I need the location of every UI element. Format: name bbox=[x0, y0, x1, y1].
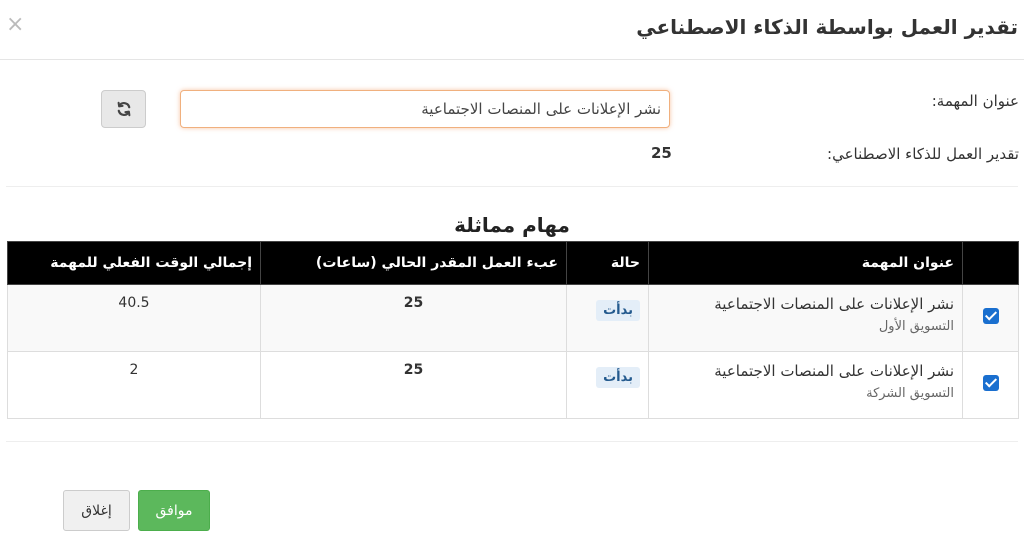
table-row: نشر الإعلانات على المنصات الاجتماعية الت… bbox=[7, 284, 1019, 352]
status-badge: بدأت bbox=[596, 367, 640, 388]
refresh-icon bbox=[117, 101, 130, 117]
ai-estimate-value: 25 bbox=[651, 144, 672, 162]
header-task-title: عنوان المهمة bbox=[648, 241, 963, 285]
header-status: حالة bbox=[566, 241, 649, 285]
task-title-label: عنوان المهمة: bbox=[931, 92, 1019, 110]
task-project: التسويق الشركة bbox=[866, 386, 954, 401]
select-cell bbox=[962, 351, 1019, 419]
row-checkbox[interactable] bbox=[982, 375, 999, 391]
actual-total-cell: 2 bbox=[7, 351, 261, 419]
modal-header: تقدير العمل بواسطة الذكاء الاصطناعي × bbox=[0, 0, 1024, 60]
task-name: نشر الإعلانات على المنصات الاجتماعية bbox=[714, 295, 954, 313]
task-name: نشر الإعلانات على المنصات الاجتماعية bbox=[714, 362, 954, 380]
row-checkbox[interactable] bbox=[982, 308, 999, 324]
status-badge: بدأت bbox=[596, 300, 640, 321]
header-estimate: عبء العمل المقدر الحالي (ساعات) bbox=[260, 241, 567, 285]
task-title-input[interactable] bbox=[180, 90, 670, 128]
close-button[interactable]: إغلاق bbox=[63, 490, 130, 531]
task-project: التسويق الأول bbox=[878, 319, 954, 334]
similar-tasks-table: عنوان المهمة حالة عبء العمل المقدر الحال… bbox=[7, 241, 1019, 419]
actual-total-cell: 40.5 bbox=[7, 284, 261, 352]
table-header-row: عنوان المهمة حالة عبء العمل المقدر الحال… bbox=[7, 241, 1019, 285]
modal-title: تقدير العمل بواسطة الذكاء الاصطناعي bbox=[636, 15, 1018, 39]
header-select bbox=[962, 241, 1019, 285]
similar-tasks-title: مهام مماثلة bbox=[454, 213, 570, 237]
select-cell bbox=[962, 284, 1019, 352]
divider bbox=[6, 441, 1018, 442]
estimate-cell: 25 bbox=[260, 284, 567, 352]
status-cell: بدأت bbox=[566, 284, 649, 352]
header-actual-total: إجمالي الوقت الفعلي للمهمة bbox=[7, 241, 261, 285]
estimate-cell: 25 bbox=[260, 351, 567, 419]
ai-estimate-modal: تقدير العمل بواسطة الذكاء الاصطناعي × عن… bbox=[0, 0, 1024, 555]
task-cell: نشر الإعلانات على المنصات الاجتماعية الت… bbox=[648, 351, 963, 419]
status-cell: بدأت bbox=[566, 351, 649, 419]
divider bbox=[6, 186, 1018, 187]
task-cell: نشر الإعلانات على المنصات الاجتماعية الت… bbox=[648, 284, 963, 352]
close-icon[interactable]: × bbox=[6, 14, 24, 36]
table-row: نشر الإعلانات على المنصات الاجتماعية الت… bbox=[7, 351, 1019, 419]
refresh-button[interactable] bbox=[101, 90, 146, 128]
ai-estimate-label: تقدير العمل للذكاء الاصطناعي: bbox=[827, 145, 1019, 163]
ok-button[interactable]: موافق bbox=[138, 490, 210, 531]
